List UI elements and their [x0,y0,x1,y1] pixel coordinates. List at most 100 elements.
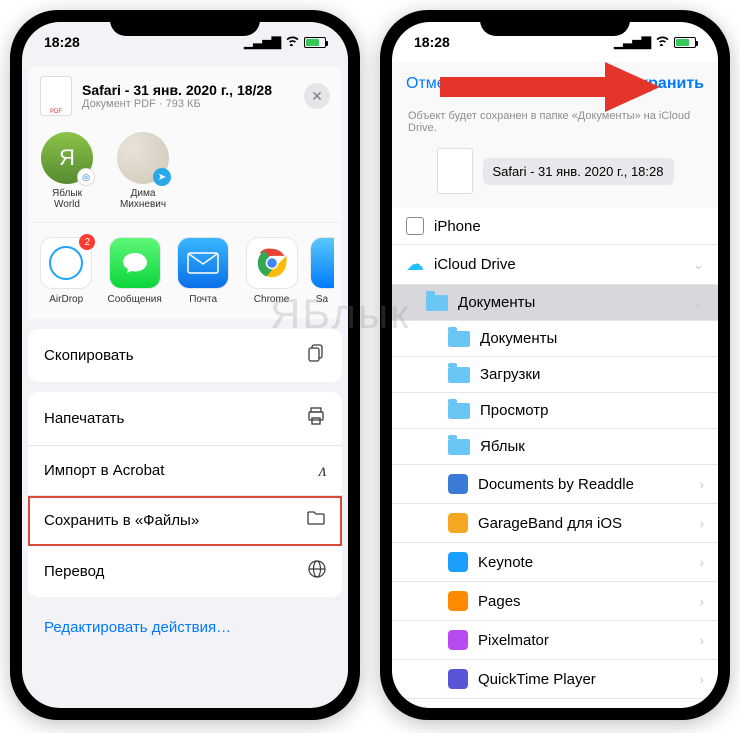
document-meta: Документ PDF · 793 КБ [82,98,272,110]
folder-label: QuickTime Player [478,671,596,688]
folder-icon [306,510,326,531]
folder-item[interactable]: Документы [392,321,718,357]
action-translate[interactable]: Перевод [28,546,342,597]
red-arrow-annotation [440,62,660,117]
signal-icon: ▁▃▅▇ [614,35,651,49]
notch [480,10,630,36]
airdrop-badge-icon: ◎ [77,168,95,186]
folder-item[interactable]: Просмотр [392,393,718,429]
app-icon [448,513,468,533]
app-airdrop[interactable]: 2 AirDrop [36,237,96,305]
location-label: Документы [458,294,535,311]
app-icon [448,474,468,494]
folder-icon [426,295,448,311]
file-preview: Safari - 31 янв. 2020 г., 18:28 [392,142,718,208]
battery-icon [674,37,696,48]
apps-row: 2 AirDrop Сообщения Почта [28,223,342,319]
app-label: Почта [173,294,233,305]
telegram-badge-icon: ➤ [153,168,171,186]
edit-actions-link[interactable]: Редактировать действия… [28,607,342,648]
wifi-icon [285,35,300,49]
notch [110,10,260,36]
location-icloud[interactable]: ☁ iCloud Drive ⌄ [392,245,718,285]
chevron-right-icon: › [700,477,704,492]
chevron-right-icon: › [700,516,704,531]
app-label: AirDrop [36,294,96,305]
phone-left: 18:28 ▁▃▅▇ PDF Safari - 31 янв. 2020 г.,… [10,10,360,720]
signal-icon: ▁▃▅▇ [244,35,281,49]
battery-icon [304,37,326,48]
action-label: Напечатать [44,410,124,427]
folder-icon [448,403,470,419]
folder-icon [448,367,470,383]
app-folder-item[interactable]: GarageBand для iOS › [392,504,718,543]
folder-label: Documents by Readdle [478,476,634,493]
contact-dima[interactable]: ➤ Дима Михневич [114,132,172,210]
contact-yablyk[interactable]: Я ◎ Яблык World [38,132,96,210]
folder-label: Просмотр [480,402,549,419]
app-label: Sa [310,294,334,305]
location-label: iCloud Drive [434,256,516,273]
globe-icon [308,560,326,583]
file-thumbnail [437,148,473,194]
folder-item[interactable]: Загрузки [392,357,718,393]
app-folder-item[interactable]: QuickTime Player › [392,660,718,699]
folder-label: GarageBand для iOS [478,515,622,532]
document-title: Safari - 31 янв. 2020 г., 18/28 [82,82,272,98]
document-thumbnail: PDF [40,76,72,116]
airdrop-icon: 2 [40,237,92,289]
folder-icon [448,439,470,455]
chevron-right-icon: › [700,633,704,648]
contact-label: Яблык World [38,188,96,210]
folder-label: Pages [478,593,521,610]
filename-chip[interactable]: Safari - 31 янв. 2020 г., 18:28 [483,158,674,185]
action-label: Сохранить в «Файлы» [44,512,199,529]
app-chrome[interactable]: Chrome [241,237,301,305]
folder-label: Яблык [480,438,525,455]
copy-icon [306,343,326,368]
badge-count: 2 [79,234,95,250]
action-acrobat[interactable]: Импорт в Acrobat ᴧ [28,446,342,496]
chevron-right-icon: › [700,594,704,609]
app-folder-item[interactable]: Documents by Readdle › [392,465,718,504]
app-icon [448,591,468,611]
chrome-icon [246,237,298,289]
app-icon [448,669,468,689]
contacts-row: Я ◎ Яблык World ➤ Дима Михневич [28,126,342,223]
share-sheet-header: PDF Safari - 31 янв. 2020 г., 18/28 Доку… [28,66,342,126]
app-folder-item[interactable]: Pages › [392,582,718,621]
app-label: Chrome [241,294,301,305]
contact-label: Дима Михневич [114,188,172,210]
app-folder-item[interactable]: Pixelmator › [392,621,718,660]
actions-list: Скопировать Напечатать Импорт в [28,329,342,648]
chevron-down-icon: ⌄ [693,257,704,273]
wifi-icon [655,35,670,49]
location-iphone[interactable]: iPhone [392,208,718,245]
app-safari-partial[interactable]: Sa [310,237,334,305]
chevron-down-icon: ⌄ [693,295,704,311]
app-messages[interactable]: Сообщения [104,237,164,305]
app-mail[interactable]: Почта [173,237,233,305]
action-print[interactable]: Напечатать [28,392,342,446]
cloud-icon: ☁ [406,254,424,275]
action-save-to-files[interactable]: Сохранить в «Файлы» [28,496,342,546]
iphone-icon [406,217,424,235]
chevron-right-icon: › [700,672,704,687]
location-label: iPhone [434,218,481,235]
location-list: iPhone ☁ iCloud Drive ⌄ Документы ⌄ Доку… [392,208,718,708]
mail-icon [177,237,229,289]
status-time: 18:28 [414,34,450,50]
app-label: Сообщения [104,294,164,305]
app-folder-item[interactable]: Scan› [392,699,718,708]
status-time: 18:28 [44,34,80,50]
folder-item[interactable]: Яблык [392,429,718,465]
location-documents-selected[interactable]: Документы ⌄ [392,285,718,321]
app-folder-item[interactable]: Keynote› [392,543,718,582]
action-copy[interactable]: Скопировать [28,329,342,382]
avatar: ➤ [117,132,169,184]
folder-label: Загрузки [480,366,540,383]
close-button[interactable]: ✕ [304,83,330,109]
folder-label: Pixelmator [478,632,549,649]
safari-icon [310,237,334,289]
action-label: Скопировать [44,347,134,364]
